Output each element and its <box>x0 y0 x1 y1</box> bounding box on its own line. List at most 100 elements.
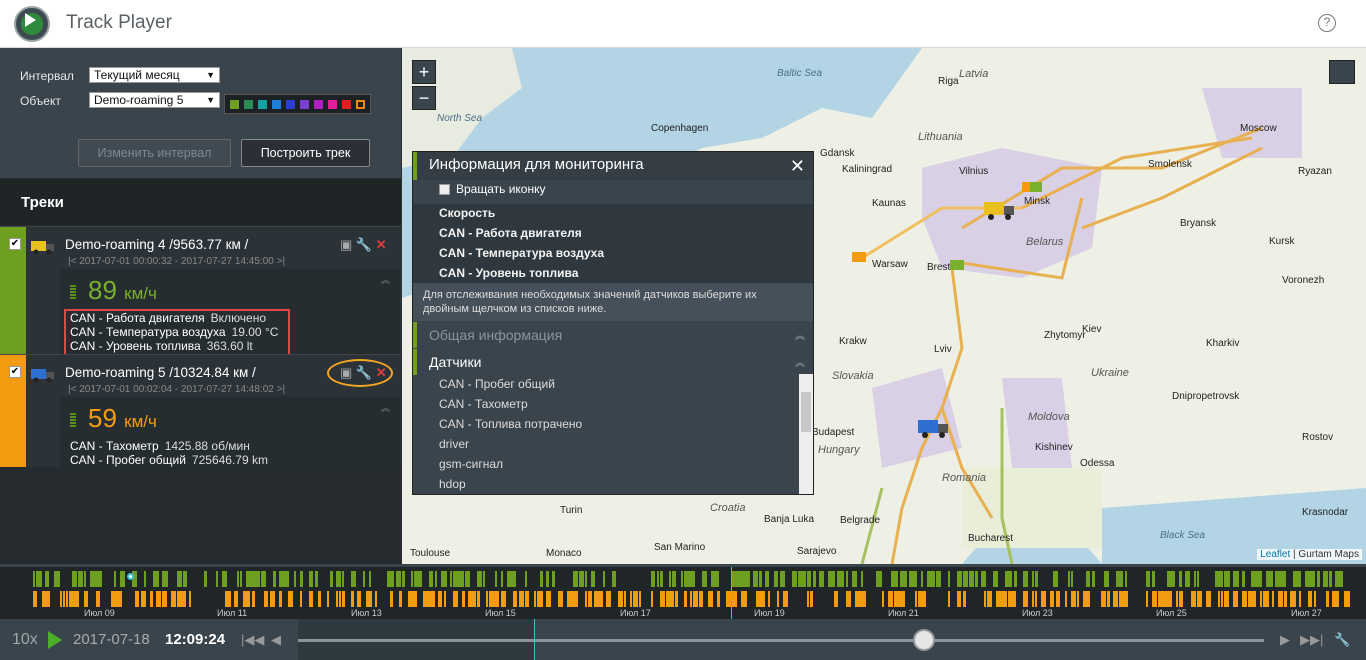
next-icon[interactable]: >| <box>274 384 285 395</box>
wrench-icon[interactable]: 🔧 <box>356 237 372 252</box>
object-select[interactable]: Demo-roaming 5 ▼ <box>89 92 220 108</box>
activity-bar <box>75 591 79 607</box>
scrollbar[interactable] <box>799 374 813 494</box>
speed-slider-track[interactable] <box>298 639 1264 642</box>
track-dates-text: 2017-07-01 00:00:32 - 2017-07-27 14:45:0… <box>79 256 274 267</box>
play-icon[interactable] <box>48 631 62 649</box>
activity-bar <box>651 571 655 587</box>
track-checkbox[interactable]: ✔ <box>9 238 21 250</box>
city-label: Budapest <box>812 427 855 438</box>
help-icon[interactable]: ? <box>1318 14 1336 32</box>
activity-bar <box>165 591 167 607</box>
activity-bar <box>327 591 329 607</box>
color-swatch[interactable] <box>272 100 281 109</box>
change-interval-button[interactable]: Изменить интервал <box>78 139 231 167</box>
color-swatch[interactable] <box>286 100 295 109</box>
close-icon[interactable]: ✕ <box>790 156 805 177</box>
delete-icon[interactable]: ✕ <box>376 237 387 252</box>
activity-bar <box>1155 591 1157 607</box>
activity-bar <box>576 591 578 607</box>
collapse-icon[interactable]: ︽ <box>381 401 390 414</box>
color-swatch[interactable] <box>300 100 309 109</box>
activity-bar <box>693 591 698 607</box>
track-dates: |< 2017-07-01 00:02:04 - 2017-07-27 14:4… <box>68 384 285 395</box>
player-controls: 10x 2017-07-18 12:09:24 |◀◀ ◀ ▶ ▶▶| 🔧 <box>0 619 1366 660</box>
leaflet-link[interactable]: Leaflet <box>1260 549 1290 560</box>
selected-item[interactable]: CAN - Работа двигателя <box>439 226 582 240</box>
activity-bar <box>993 571 998 587</box>
next-icon[interactable]: >| <box>274 256 285 267</box>
activity-bar <box>1050 591 1054 607</box>
interval-select[interactable]: Текущий месяц ▼ <box>89 67 220 83</box>
activity-bar <box>636 591 638 607</box>
step-forward-icon[interactable]: ▶ <box>1280 632 1290 648</box>
sensors-section[interactable]: Датчики ︽ <box>413 349 813 375</box>
map-area[interactable]: + − Baltic Sea North Sea Black Sea Latvi… <box>402 48 1366 564</box>
activity-bar <box>657 571 659 587</box>
track-checkbox[interactable]: ✔ <box>9 366 21 378</box>
speed-slider-knob[interactable] <box>913 629 935 651</box>
rotate-icon-option[interactable]: Вращать иконку <box>439 182 546 196</box>
playback-speed[interactable]: 10x <box>12 631 38 649</box>
timeline-cursor <box>731 567 732 619</box>
activity-bar <box>1041 591 1046 607</box>
city-label: Banja Luka <box>764 514 815 525</box>
color-swatch[interactable] <box>328 100 337 109</box>
activity-bar <box>300 591 302 607</box>
image-icon[interactable]: ▣ <box>340 237 352 252</box>
rotate-checkbox[interactable] <box>439 184 450 195</box>
activity-bar <box>672 591 674 607</box>
zoom-in-button[interactable]: + <box>412 60 436 84</box>
activity-bar <box>315 571 318 587</box>
general-info-section[interactable]: Общая информация ︽ <box>413 322 813 348</box>
sensor-list-item[interactable]: CAN - Тахометр <box>439 397 528 411</box>
selected-item[interactable]: Скорость <box>439 206 495 220</box>
sensor-list-item[interactable]: hdop <box>439 477 466 491</box>
selected-item[interactable]: CAN - Температура воздуха <box>439 246 604 260</box>
city-label: Dnipropetrovsk <box>1172 391 1240 402</box>
prev-icon[interactable]: |< <box>68 384 79 395</box>
activity-bar <box>354 571 356 587</box>
activity-bar <box>204 571 207 587</box>
activity-bar <box>513 591 517 607</box>
timeline[interactable]: Июл 09 Июл 11 Июл 13 Июл 15 Июл 17 Июл 1… <box>0 564 1366 619</box>
sensor-list-item[interactable]: driver <box>439 437 469 451</box>
settings-wrench-icon[interactable]: 🔧 <box>1334 632 1350 648</box>
truck-marker-icon[interactable] <box>984 198 1016 222</box>
activity-bar <box>639 591 641 607</box>
activity-bar <box>273 571 276 587</box>
sensor-list-item[interactable]: gsm-сигнал <box>439 457 503 471</box>
skip-forward-icon[interactable]: ▶▶| <box>1300 632 1323 648</box>
sensor-list-item[interactable]: CAN - Пробег общий <box>439 377 555 391</box>
activity-bar <box>1008 571 1012 587</box>
collapse-icon[interactable]: ︽ <box>381 273 390 286</box>
track-item[interactable]: ✔ Demo-roaming 5 /10324.84 км / |< 2017-… <box>0 354 401 468</box>
activity-bar <box>717 591 720 607</box>
activity-bar <box>957 591 961 607</box>
build-track-button[interactable]: Построить трек <box>241 139 370 167</box>
activity-bar <box>861 591 866 607</box>
color-swatch[interactable] <box>314 100 323 109</box>
activity-bar <box>1311 571 1315 587</box>
layers-icon[interactable] <box>1329 60 1355 84</box>
track-item[interactable]: ✔ Demo-roaming 4 /9563.77 км / |< 2017-0… <box>0 226 401 356</box>
activity-bar <box>291 591 293 607</box>
color-swatch[interactable] <box>356 100 365 109</box>
zoom-out-button[interactable]: − <box>412 86 436 110</box>
activity-bar <box>1272 591 1274 607</box>
color-swatch[interactable] <box>244 100 253 109</box>
selected-item[interactable]: CAN - Уровень топлива <box>439 266 578 280</box>
skip-back-icon[interactable]: |◀◀ <box>241 632 264 648</box>
color-swatch[interactable] <box>230 100 239 109</box>
scrollbar-thumb[interactable] <box>801 392 811 432</box>
speed-gauge-icon <box>70 413 76 427</box>
truck-marker-icon[interactable] <box>918 416 950 440</box>
sensor-list-item[interactable]: CAN - Топлива потрачено <box>439 417 582 431</box>
activity-bar <box>63 591 65 607</box>
activity-bar <box>1227 591 1229 607</box>
step-back-icon[interactable]: ◀ <box>271 632 281 648</box>
color-swatch[interactable] <box>258 100 267 109</box>
color-swatch[interactable] <box>342 100 351 109</box>
sea-label: Baltic Sea <box>777 68 823 79</box>
prev-icon[interactable]: |< <box>68 256 79 267</box>
